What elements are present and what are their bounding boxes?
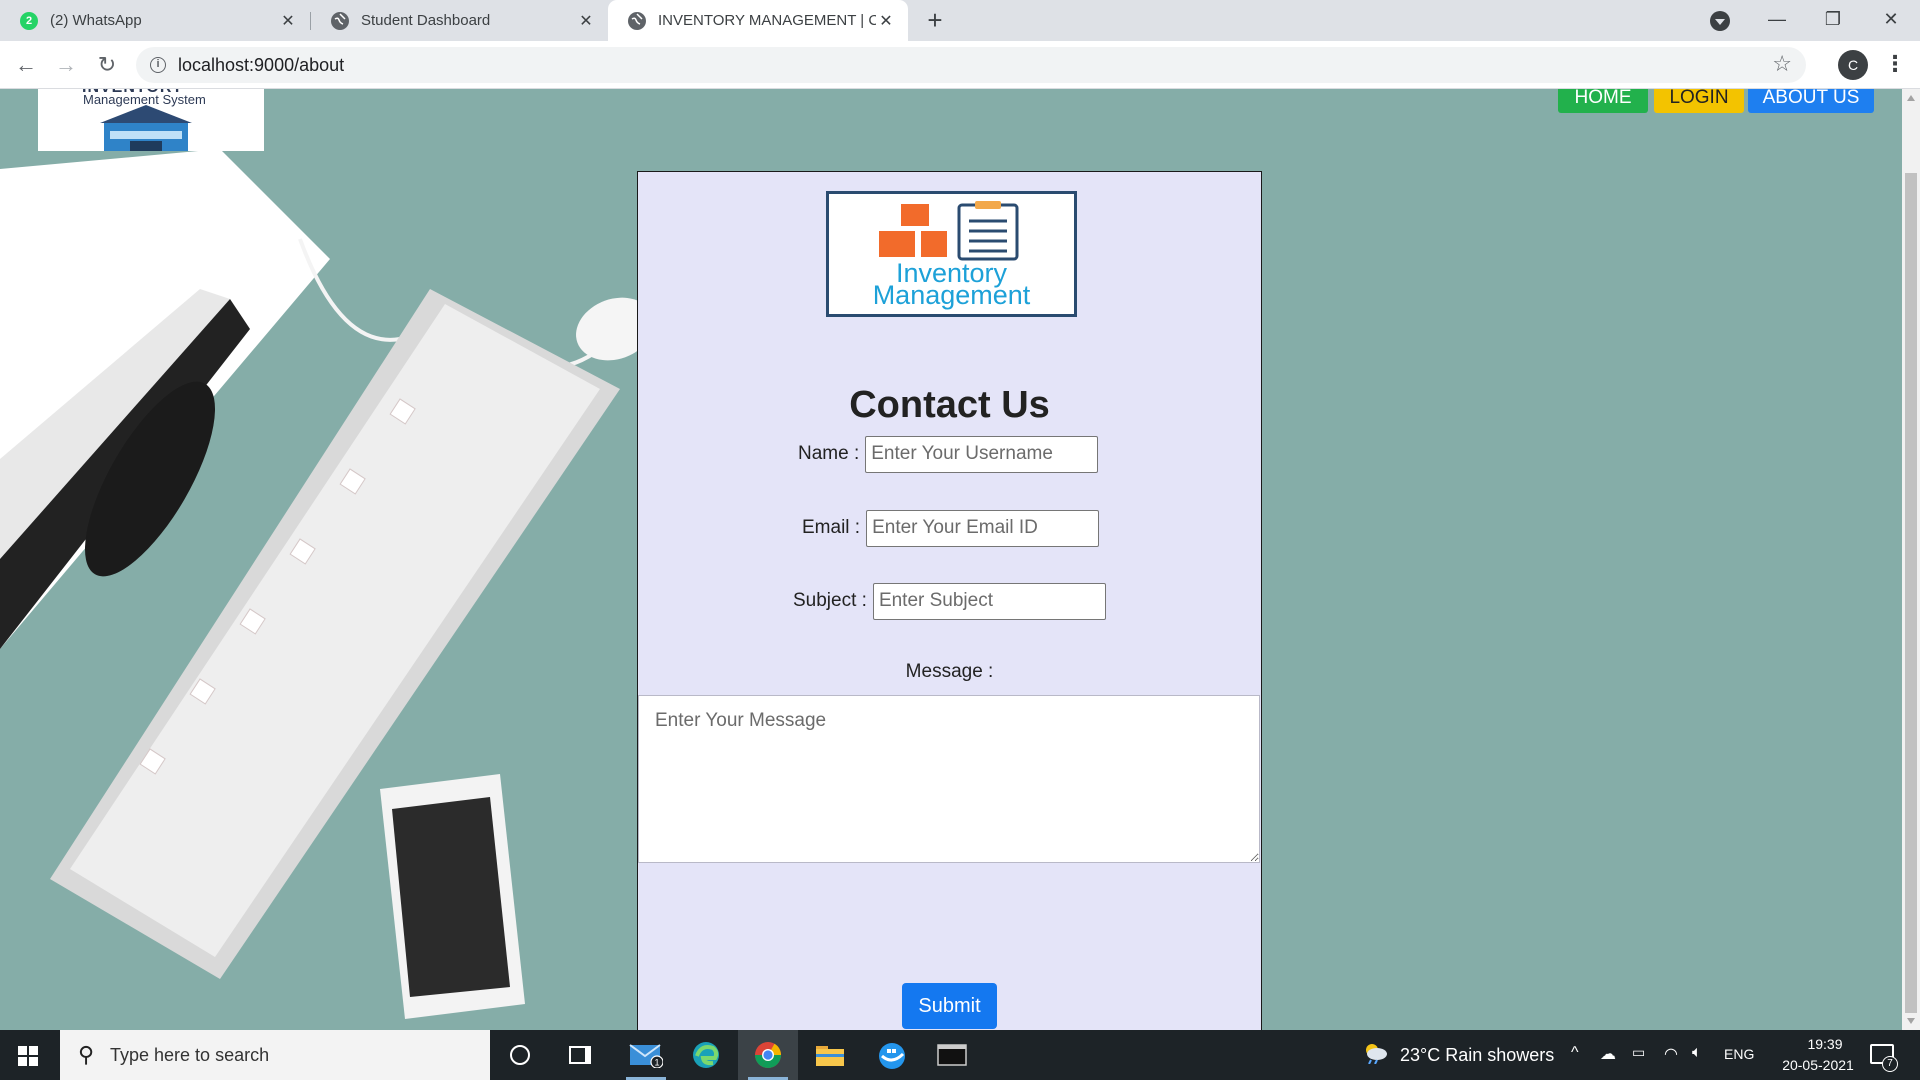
chrome-icon bbox=[754, 1042, 782, 1069]
more-menu-icon[interactable]: ⋮ bbox=[1884, 49, 1906, 79]
nav-home-button[interactable]: HOME bbox=[1558, 89, 1648, 113]
browser-tab-strip: 2 (2) WhatsApp ✕ Student Dashboard ✕ INV… bbox=[0, 0, 1920, 41]
terminal-icon bbox=[937, 1044, 967, 1066]
email-input[interactable] bbox=[866, 509, 1100, 547]
globe-icon bbox=[628, 11, 646, 30]
url-text[interactable]: localhost:9000/about bbox=[178, 55, 344, 76]
task-view-icon bbox=[569, 1046, 591, 1064]
volume-icon[interactable]: 🔈︎ bbox=[1692, 1044, 1702, 1062]
search-icon: ⚲ bbox=[78, 1042, 95, 1067]
name-label: Name : bbox=[798, 443, 860, 464]
email-row: Email : bbox=[802, 509, 1100, 547]
bookmark-star-icon[interactable]: ☆ bbox=[1772, 51, 1792, 77]
restore-icon[interactable]: ❐ bbox=[1818, 6, 1848, 32]
back-icon[interactable]: ← bbox=[12, 51, 40, 79]
close-icon[interactable]: ✕ bbox=[576, 11, 596, 31]
show-hidden-icons-icon[interactable]: ^ bbox=[1571, 1044, 1579, 1062]
page-title: Contact Us bbox=[849, 384, 1050, 426]
language-indicator[interactable]: ENG bbox=[1724, 1046, 1754, 1062]
notification-count-badge: 7 bbox=[1882, 1056, 1898, 1072]
page-scrollbar[interactable] bbox=[1902, 89, 1920, 1030]
taskbar-chrome[interactable] bbox=[738, 1030, 798, 1080]
cortana-button[interactable] bbox=[490, 1030, 550, 1080]
weather-text[interactable]: 23°C Rain showers bbox=[1400, 1045, 1554, 1066]
tab-student-dashboard[interactable]: Student Dashboard ✕ bbox=[311, 0, 608, 41]
clock-date[interactable]: 20-05-2021 bbox=[1768, 1057, 1868, 1073]
whatsapp-icon: 2 bbox=[20, 11, 38, 30]
taskbar-file-explorer[interactable] bbox=[800, 1030, 860, 1080]
browser-toolbar: ← → ↻ i localhost:9000/about ☆ C ⋮ bbox=[0, 41, 1920, 89]
site-logo[interactable]: INVENTORY Management System bbox=[38, 89, 264, 151]
profile-avatar[interactable]: C bbox=[1838, 50, 1868, 80]
contact-form-card: Inventory Management Contact Us Name : E… bbox=[637, 171, 1262, 1030]
new-tab-button[interactable]: + bbox=[922, 7, 948, 34]
warehouse-icon bbox=[100, 105, 192, 151]
taskbar-edge[interactable] bbox=[676, 1030, 736, 1080]
taskbar-search-placeholder: Type here to search bbox=[110, 1045, 270, 1065]
windows-taskbar: ⚲ Type here to search 1 23°C Rain shower… bbox=[0, 1030, 1920, 1080]
desk-illustration bbox=[0, 149, 654, 1019]
tab-title: INVENTORY MANAGEMENT | CO bbox=[658, 12, 876, 29]
globe-icon bbox=[331, 11, 349, 30]
name-input[interactable] bbox=[865, 435, 1099, 473]
subject-input[interactable] bbox=[872, 582, 1106, 620]
scroll-up-icon[interactable] bbox=[1907, 95, 1915, 101]
clock-time[interactable]: 19:39 bbox=[1790, 1036, 1860, 1052]
forward-icon[interactable]: → bbox=[52, 51, 80, 79]
svg-text:1: 1 bbox=[654, 1058, 659, 1068]
message-label: Message : bbox=[905, 661, 994, 682]
page-viewport: INVENTORY Management System HOME LOGIN A… bbox=[0, 89, 1902, 1030]
wifi-icon[interactable]: ◠ bbox=[1664, 1044, 1678, 1064]
subject-row: Subject : bbox=[793, 582, 1106, 620]
mail-icon: 1 bbox=[629, 1044, 663, 1068]
taskbar-terminal[interactable] bbox=[922, 1030, 982, 1080]
onedrive-icon[interactable]: ☁ bbox=[1600, 1044, 1616, 1064]
task-view-button[interactable] bbox=[550, 1030, 610, 1080]
taskbar-docker[interactable] bbox=[862, 1030, 922, 1080]
taskbar-mail[interactable]: 1 bbox=[616, 1030, 676, 1080]
boxes-clipboard-icon bbox=[879, 201, 1019, 261]
tab-search-icon[interactable] bbox=[1710, 11, 1730, 31]
subject-label: Subject : bbox=[793, 590, 867, 611]
tab-title: (2) WhatsApp bbox=[50, 12, 142, 29]
tab-inventory-management[interactable]: INVENTORY MANAGEMENT | CO ✕ bbox=[608, 0, 908, 41]
scroll-thumb[interactable] bbox=[1905, 173, 1917, 1013]
taskbar-search-box[interactable]: ⚲ Type here to search bbox=[60, 1030, 490, 1080]
close-window-icon[interactable]: ✕ bbox=[1876, 6, 1906, 32]
edge-icon bbox=[693, 1042, 719, 1068]
message-textarea[interactable] bbox=[638, 695, 1260, 863]
address-bar[interactable]: i localhost:9000/about ☆ bbox=[136, 47, 1806, 83]
folder-icon bbox=[816, 1046, 844, 1066]
logo-text-line2: Management bbox=[872, 280, 1031, 310]
inventory-management-logo: Inventory Management bbox=[826, 191, 1077, 317]
tab-whatsapp[interactable]: 2 (2) WhatsApp ✕ bbox=[0, 0, 310, 41]
scroll-down-icon[interactable] bbox=[1907, 1018, 1915, 1024]
close-icon[interactable]: ✕ bbox=[278, 11, 298, 31]
battery-icon[interactable]: ▭ bbox=[1632, 1044, 1645, 1061]
reload-icon[interactable]: ↻ bbox=[93, 51, 121, 79]
submit-button[interactable]: Submit bbox=[902, 983, 997, 1029]
email-label: Email : bbox=[802, 517, 861, 538]
docker-icon bbox=[879, 1043, 905, 1069]
nav-login-button[interactable]: LOGIN bbox=[1654, 89, 1744, 113]
close-icon[interactable]: ✕ bbox=[876, 11, 896, 31]
weather-rain-icon bbox=[1366, 1044, 1387, 1064]
minimize-icon[interactable]: — bbox=[1762, 6, 1792, 32]
info-icon[interactable]: i bbox=[150, 57, 166, 73]
nav-about-button[interactable]: ABOUT US bbox=[1748, 89, 1874, 113]
windows-start-icon[interactable] bbox=[18, 1046, 38, 1066]
tab-title: Student Dashboard bbox=[361, 12, 491, 29]
cortana-icon bbox=[510, 1045, 530, 1065]
name-row: Name : bbox=[798, 435, 1099, 473]
